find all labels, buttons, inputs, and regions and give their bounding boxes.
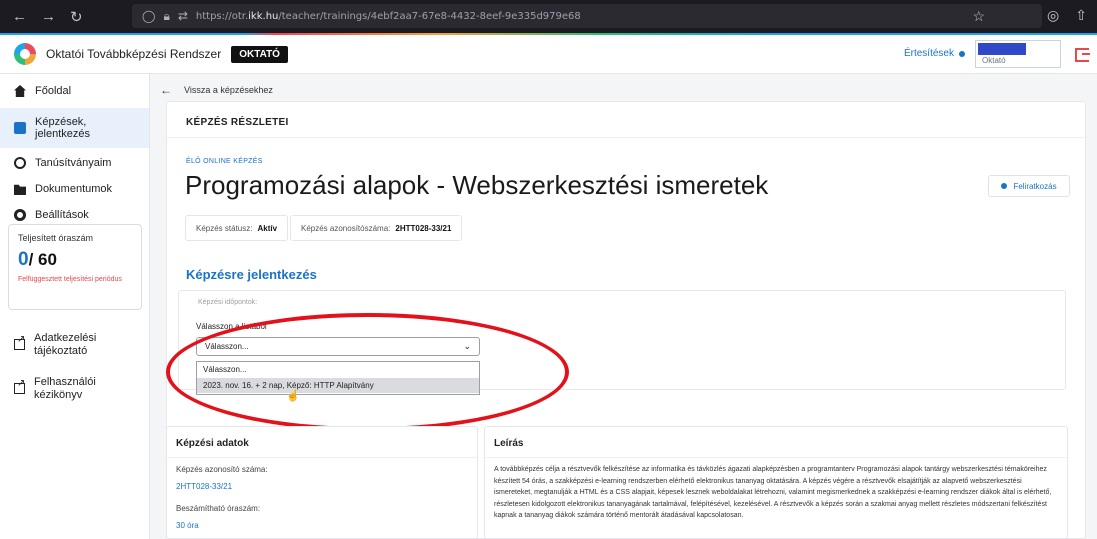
hours-label: Teljesített óraszám — [18, 233, 94, 243]
bookmark-star-icon[interactable]: ☆ — [972, 8, 985, 25]
sidebar-item-label: Dokumentumok — [35, 183, 113, 195]
external-link-icon — [14, 334, 25, 350]
browser-nav: ← → ↻ — [0, 8, 120, 26]
browser-toolbar: ← → ↻ ◯ 🔒︎ ⇄ https://otr.ikk.hu/teacher/… — [0, 0, 1097, 33]
extensions-icon[interactable]: ⇧ — [1075, 7, 1087, 24]
bell-icon — [959, 50, 965, 57]
app-logo — [14, 43, 36, 65]
sidebar-link-label: Adatkezelési tájékoztató — [34, 332, 97, 357]
registration-title: Képzésre jelentkezés — [186, 267, 317, 282]
date-select[interactable]: Válasszon... ⌄ — [196, 337, 480, 356]
info-id-value: 2HTT028-33/21 — [176, 482, 233, 491]
app-title: Oktatói Továbbképzési Rendszer — [46, 47, 222, 61]
sidebar-item-label: Képzések, jelentkezés — [35, 116, 91, 140]
sidebar-item-certificates[interactable]: Tanúsítványaim — [0, 150, 149, 176]
sidebar-item-label: Főoldal — [35, 85, 72, 97]
bell-icon — [1001, 183, 1008, 189]
course-title: Programozási alapok - Webszerkesztési is… — [185, 170, 769, 200]
divider — [167, 457, 477, 458]
sidebar-item-home[interactable]: Főoldal — [0, 76, 149, 106]
notifications-label: Értesítések — [903, 48, 954, 59]
back-arrow-icon[interactable]: ← — [12, 8, 27, 26]
chevron-down-icon: ⌄ — [463, 341, 471, 351]
divider — [166, 137, 1086, 138]
logout-icon[interactable] — [1075, 48, 1090, 62]
sidebar: Főoldal Képzések, jelentkezés Tanúsítván… — [0, 74, 150, 539]
url-text: https://otr.ikk.hu/teacher/trainings/4eb… — [195, 10, 581, 22]
hours-value: 0/ 60 — [18, 249, 57, 270]
shield-icon: ◯ — [142, 9, 156, 23]
subscribe-button[interactable]: Feliratkozás — [988, 175, 1070, 197]
folder-icon — [14, 184, 26, 195]
user-menu[interactable]: Oktató — [975, 40, 1061, 68]
select-dropdown-list: Válasszon... 2023. nov. 16. + 2 nap, Kép… — [196, 361, 480, 395]
course-id-value: 2HTT028-33/21 — [395, 223, 452, 233]
status-label: Képzés státusz: — [196, 223, 253, 233]
gear-icon — [14, 209, 26, 221]
back-link[interactable]: ← Vissza a képzésekhez — [160, 83, 273, 97]
url-bar[interactable]: ◯ 🔒︎ ⇄ https://otr.ikk.hu/teacher/traini… — [132, 4, 1042, 28]
description-text: A továbbképzés célja a résztvevők felkés… — [494, 466, 1052, 520]
reload-icon[interactable]: ↻ — [70, 8, 83, 26]
hours-warning: Felfüggesztett teljesítési periódus — [18, 276, 122, 283]
course-info-title: Képzési adatok — [176, 438, 249, 449]
sidebar-link-manual[interactable]: Felhasználói kézikönyv — [0, 372, 150, 406]
subscribe-label: Feliratkozás — [1013, 181, 1057, 191]
course-id-label: Képzés azonosítószáma: — [301, 223, 391, 233]
sidebar-link-privacy[interactable]: Adatkezelési tájékoztató — [0, 328, 150, 362]
sidebar-item-documents[interactable]: Dokumentumok — [0, 176, 149, 202]
info-hours-value: 30 óra — [176, 521, 199, 530]
certificate-icon — [14, 157, 26, 169]
info-id-label: Képzés azonosító száma: — [176, 465, 268, 474]
courses-icon — [14, 122, 26, 134]
sidebar-item-label: Tanúsítványaim — [35, 157, 112, 169]
permissions-icon: ⇄ — [177, 9, 188, 23]
description-title: Leírás — [494, 438, 524, 449]
hours-card: Teljesített óraszám 0/ 60 Felfüggesztett… — [8, 224, 142, 310]
status-box: Képzés státusz: Aktív — [185, 215, 289, 241]
notifications-link[interactable]: Értesítések — [904, 48, 965, 59]
home-icon — [14, 85, 26, 97]
forward-arrow-icon[interactable]: → — [41, 8, 56, 26]
course-type: ÉLŐ ONLINE KÉPZÉS — [186, 158, 263, 165]
app-header: Oktatói Továbbképzési Rendszer OKTATÓ Ér… — [0, 35, 1097, 74]
sidebar-item-courses[interactable]: Képzések, jelentkezés — [0, 108, 149, 148]
role-badge: OKTATÓ — [231, 45, 288, 63]
info-hours-label: Beszámítható óraszám: — [176, 504, 261, 513]
registration-subtitle: Képzési időpontok: — [198, 299, 258, 306]
mouse-cursor-icon: ☝ — [286, 390, 300, 402]
select-option[interactable]: Válasszon... — [197, 362, 479, 376]
select-option[interactable]: 2023. nov. 16. + 2 nap, Képző: HTTP Alap… — [197, 378, 479, 393]
course-id-box: Képzés azonosítószáma: 2HTT028-33/21 — [290, 215, 463, 241]
pocket-icon[interactable]: ◎ — [1047, 7, 1059, 24]
sidebar-item-label: Beállítások — [35, 209, 89, 221]
select-label: Válasszon a listából — [196, 322, 267, 331]
arrow-left-icon: ← — [160, 83, 172, 97]
lock-icon: 🔒︎ — [163, 8, 170, 23]
divider — [485, 457, 1067, 458]
user-role: Oktató — [982, 56, 1006, 65]
user-name-redacted — [978, 43, 1026, 55]
back-label: Vissza a képzésekhez — [184, 85, 273, 95]
section-title: KÉPZÉS RÉSZLETEI — [186, 117, 289, 128]
external-link-icon — [14, 378, 25, 394]
sidebar-link-label: Felhasználói kézikönyv — [34, 376, 96, 401]
select-value: Válasszon... — [205, 342, 249, 351]
status-value: Aktív — [257, 223, 278, 233]
